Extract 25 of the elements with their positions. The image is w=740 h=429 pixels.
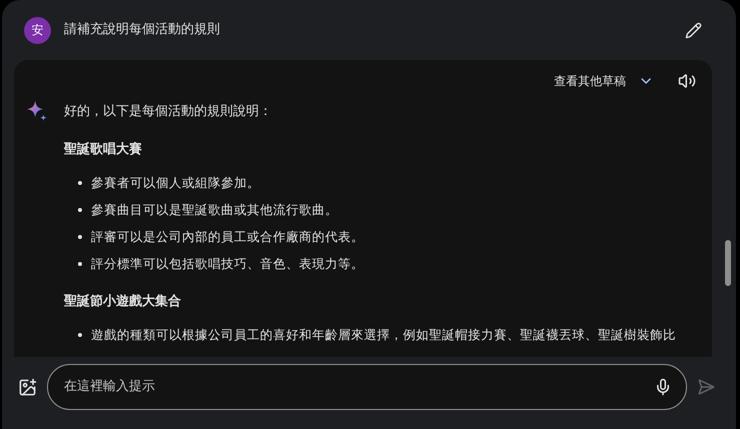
microphone-icon	[654, 378, 672, 396]
speaker-button[interactable]	[678, 72, 696, 90]
prompt-input[interactable]: 在這裡輸入提示	[47, 364, 687, 410]
user-avatar: 安	[24, 16, 51, 44]
send-icon	[697, 378, 715, 396]
section-heading: 聖誕歌唱大賽	[64, 140, 143, 159]
bullet-text: 遊戲的種類可以根據公司員工的喜好和年齡層來選擇，例如聖誕帽接力賽、聖誕襪丟球、聖誕樹裝飾比	[91, 326, 676, 344]
drafts-dropdown[interactable]: 查看其他草稿	[554, 72, 654, 90]
bullet-text: 評審可以是公司內部的員工或合作廠商的代表。	[91, 228, 364, 246]
add-image-icon	[18, 378, 37, 396]
input-field[interactable]: 在這裡輸入提示	[64, 377, 654, 397]
bullet-text: 參賽曲目可以是聖誕歌曲或其他流行歌曲。	[91, 201, 338, 219]
scrollbar[interactable]	[725, 240, 731, 286]
section-heading: 聖誕節小遊戲大集合	[64, 293, 182, 311]
edit-icon	[685, 22, 702, 38]
prompt-text: 請補充說明每個活動的規則	[64, 21, 220, 40]
add-image-button[interactable]	[18, 378, 37, 396]
bullet-text: 評分標準可以包括歌唱技巧、音色、表現力等。	[91, 255, 364, 273]
bullet-text: 參賽者可以個人或組隊參加。	[91, 174, 260, 192]
speaker-icon	[678, 72, 696, 90]
edit-button[interactable]	[685, 22, 702, 38]
microphone-button[interactable]	[654, 378, 672, 396]
send-button[interactable]	[697, 378, 715, 396]
sparkle-icon	[26, 100, 48, 122]
response-intro: 好的，以下是每個活動的規則說明：	[64, 103, 273, 121]
